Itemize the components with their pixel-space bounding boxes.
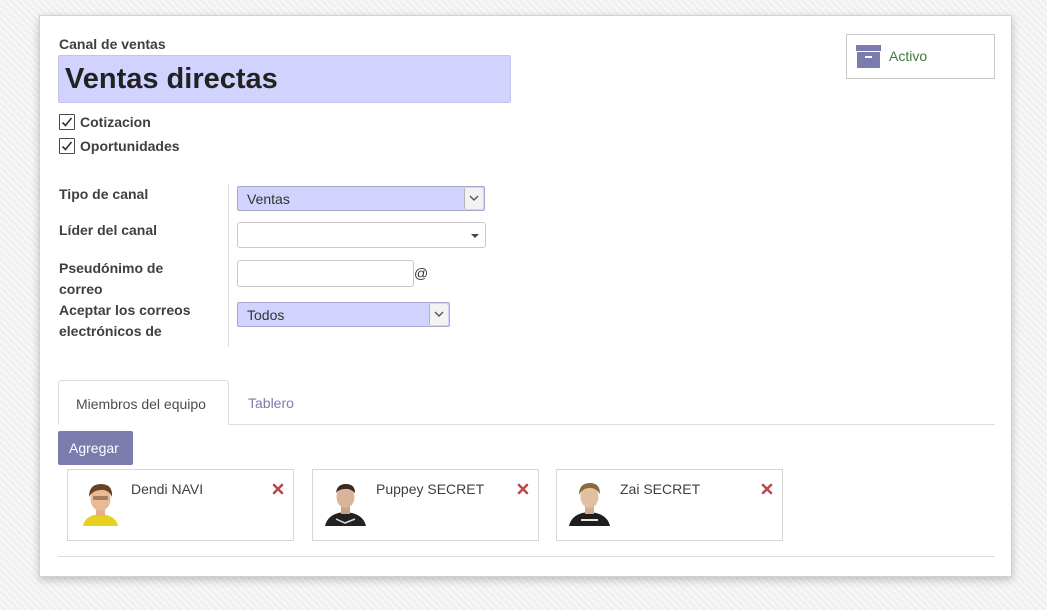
cotizacion-label: Cotizacion [80,114,151,130]
remove-member-icon[interactable] [517,483,529,495]
checkmark-icon [61,117,73,127]
channel-name-input[interactable]: Ventas directas [58,55,511,103]
member-card[interactable]: Dendi NAVI [67,469,294,541]
alias-label: Pseudónimo de correo [59,258,219,300]
member-card[interactable]: Puppey SECRET [312,469,539,541]
remove-member-icon[interactable] [272,483,284,495]
accept-emails-value: Todos [247,307,285,323]
dropdown-caret-icon[interactable] [471,234,479,238]
tipo-canal-select[interactable]: Ventas [237,186,485,211]
form-sheet: Canal de ventas Ventas directas Activo C… [39,15,1012,577]
accept-label-line1: Aceptar los correos [59,302,191,318]
option-cotizacion[interactable]: Cotizacion [59,113,151,131]
alias-domain-suffix: @ [414,265,429,281]
alias-label-line1: Pseudónimo de [59,260,164,276]
alias-input[interactable] [237,260,414,287]
label-separator [228,184,229,347]
add-member-label: Agregar [69,440,119,456]
avatar-photo-icon [322,479,369,526]
avatar-photo-icon [77,479,124,526]
oportunidades-label: Oportunidades [80,138,180,154]
accept-emails-dropdown-button[interactable] [429,304,448,325]
tab-team-members-label: Miembros del equipo [76,396,206,412]
tipo-canal-label: Tipo de canal [59,186,149,202]
tipo-canal-dropdown-button[interactable] [464,188,483,209]
member-card[interactable]: Zai SECRET [556,469,783,541]
channel-name-value: Ventas directas [65,63,278,95]
alias-label-line2: correo [59,281,103,297]
avatar [77,479,124,526]
chevron-down-icon [434,311,444,317]
cotizacion-checkbox[interactable] [59,114,75,130]
member-name: Dendi NAVI [131,481,204,497]
add-member-button[interactable]: Agregar [58,431,133,465]
active-label: Activo [889,48,928,64]
remove-member-icon[interactable] [761,483,773,495]
checkmark-icon [61,141,73,151]
accept-label-line2: electrónicos de [59,323,162,339]
avatar-photo-icon [566,479,613,526]
oportunidades-checkbox[interactable] [59,138,75,154]
member-name: Zai SECRET [620,481,701,497]
avatar [322,479,369,526]
lider-canal-label: Líder del canal [59,222,158,238]
lider-canal-input[interactable] [237,222,486,248]
member-name: Puppey SECRET [376,481,485,497]
tab-team-members[interactable]: Miembros del equipo [58,380,229,425]
active-toggle-button[interactable]: Activo [846,34,995,79]
tab-dashboard[interactable]: Tablero [248,395,294,411]
chevron-down-icon [469,195,479,201]
avatar [566,479,613,526]
archive-icon [856,45,881,68]
option-oportunidades[interactable]: Oportunidades [59,137,180,155]
tipo-canal-value: Ventas [247,191,290,207]
channel-label: Canal de ventas [59,36,166,52]
accept-emails-select[interactable]: Todos [237,302,450,327]
section-divider [58,556,995,557]
accept-emails-label: Aceptar los correos electrónicos de [59,300,219,342]
